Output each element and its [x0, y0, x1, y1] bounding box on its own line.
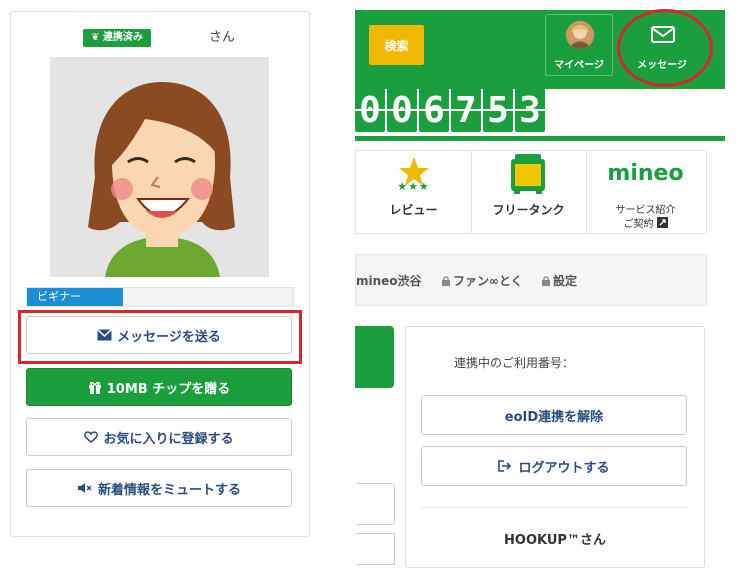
menu-service-label: サービス紹介 [615, 205, 676, 216]
logout-button[interactable]: ログアウトする [421, 446, 687, 486]
heart-icon [84, 431, 99, 443]
counter-digit: 0 [387, 88, 417, 132]
counter-digit: 6 [419, 88, 449, 132]
user-avatar [50, 57, 269, 277]
breadcrumb-label: ファン∞とく [453, 274, 523, 288]
eoid-unlink-label: eoID連携を解除 [504, 409, 604, 425]
leaf-icon: ❦ [91, 32, 100, 43]
menu-review-label: レビュー [389, 203, 438, 217]
mute-label: 新着情報をミュートする [97, 482, 241, 498]
rank-progress-bar: ビギナー [26, 287, 294, 307]
logout-label: ログアウトする [518, 460, 610, 476]
mypage-avatar-image [566, 21, 594, 49]
rank-label: ビギナー [37, 290, 81, 303]
gift-icon [88, 381, 101, 394]
search-label: 検索 [384, 38, 409, 53]
message-highlight-circle [617, 9, 713, 87]
breadcrumb-item-settings[interactable]: 設定 [542, 272, 577, 289]
gift-chip-label: 10MB チップを贈る [106, 381, 231, 397]
menu-contract: ご契約 [586, 215, 705, 230]
account-panel: 連携中のご利用番号： eoID連携を解除 ログアウトする HOOKUP™さん [405, 326, 705, 568]
favorite-button[interactable]: お気に入りに登録する [26, 418, 292, 456]
menu-free-tank-label: フリータンク [492, 203, 565, 217]
linked-badge-label: 連携済み [102, 32, 143, 43]
menu-contract-label: ご契約 [623, 219, 654, 230]
send-message-button[interactable]: メッセージを送る [26, 316, 292, 354]
speaker-mute-icon [77, 483, 92, 493]
gift-chip-button[interactable]: 10MB チップを贈る [26, 368, 292, 406]
favorite-label: お気に入りに登録する [103, 431, 234, 447]
rating-stars-icon: ★★★ [397, 180, 430, 193]
green-action-tile[interactable] [355, 326, 394, 388]
breadcrumb-label: 設定 [553, 274, 578, 288]
lock-icon [442, 275, 450, 286]
menu-grid: ★★★ レビュー フリータンク mineo サービス紹介 ご契約 [355, 150, 707, 234]
tank-icon [511, 154, 545, 194]
eoid-unlink-button[interactable]: eoID連携を解除 [421, 395, 687, 435]
search-button[interactable]: 検索 [369, 25, 424, 65]
counter-digit: 3 [515, 88, 545, 132]
member-counter: 0 0 6 7 5 3 [355, 88, 545, 136]
mute-button[interactable]: 新着情報をミュートする [26, 469, 292, 507]
send-message-label: メッセージを送る [117, 329, 221, 345]
menu-free-tank[interactable]: フリータンク [471, 151, 587, 233]
hookup-user-name: HOOKUP™さん [504, 533, 606, 548]
counter-underline [355, 136, 725, 141]
panel-divider [421, 507, 687, 508]
external-link-icon [656, 217, 668, 228]
profile-card: ❦ 連携済み さん ビギナー メッセージを送る 10MB チップを贈る お気に入… [10, 11, 310, 537]
logout-icon [498, 460, 512, 472]
breadcrumb: mineo渋谷 ファン∞とく 設定 [355, 254, 707, 306]
outline-tile[interactable] [355, 483, 395, 525]
mypage-link[interactable]: マイページ [545, 14, 613, 76]
linked-badge: ❦ 連携済み [83, 29, 151, 47]
counter-digit: 5 [483, 88, 513, 132]
mineo-logo: mineo [607, 161, 684, 186]
menu-service[interactable]: mineo サービス紹介 ご契約 [586, 151, 705, 233]
linked-number-label: 連携中のご利用番号： [454, 356, 575, 370]
honorific-label: さん [209, 30, 236, 45]
envelope-icon [97, 329, 113, 341]
mypage-avatar [566, 21, 594, 49]
breadcrumb-item-shibuya[interactable]: mineo渋谷 [356, 272, 422, 289]
mypage-label: マイページ [554, 60, 604, 71]
menu-review[interactable]: ★★★ レビュー [356, 151, 472, 233]
avatar-illustration [50, 57, 269, 277]
breadcrumb-item-fan-toku[interactable]: ファン∞とく [442, 272, 523, 289]
counter-digit: 7 [451, 88, 481, 132]
counter-digit: 0 [355, 88, 385, 132]
lock-icon [542, 275, 550, 286]
outline-tile[interactable] [355, 533, 395, 565]
breadcrumb-label: mineo渋谷 [356, 274, 422, 288]
